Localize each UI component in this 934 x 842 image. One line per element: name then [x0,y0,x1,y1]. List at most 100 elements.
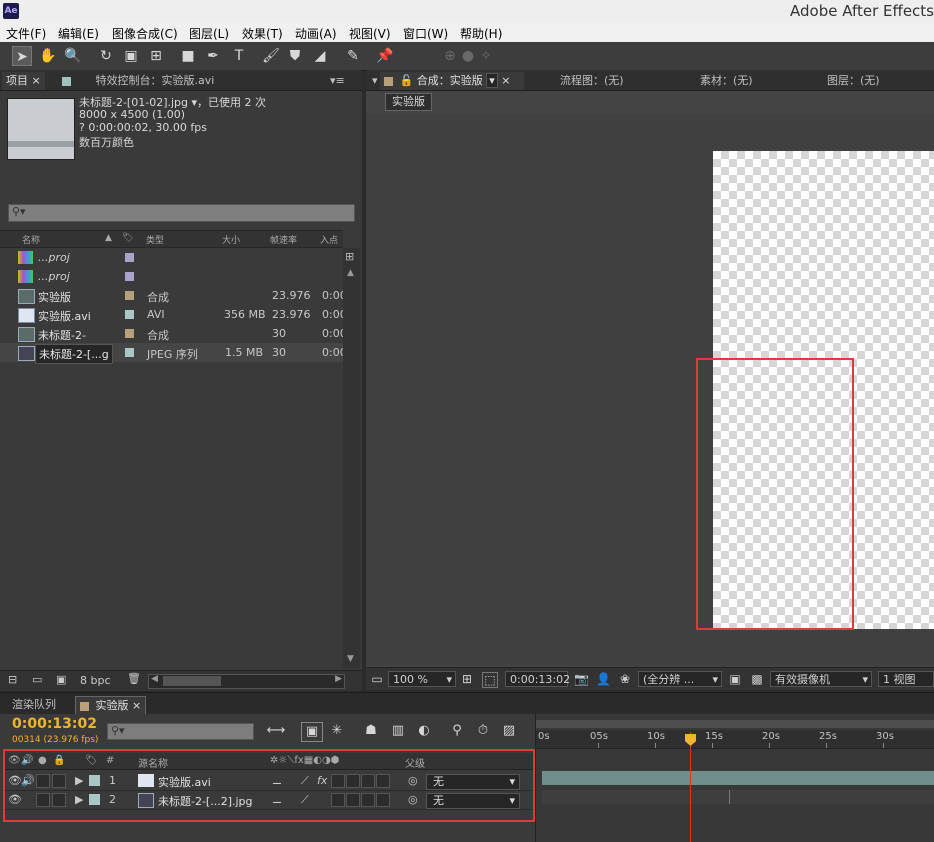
layer-duration-bar[interactable] [542,771,934,785]
brush-tool-icon[interactable]: 🖌 [261,46,281,66]
item-name[interactable]: 未标题-2-[...g [35,344,113,364]
views-dropdown[interactable]: 1 视图 [878,671,934,687]
hand-tool-icon[interactable]: ✋ [38,46,58,66]
time-ruler[interactable]: 0s 05s 10s 15s 20s 25s 30s [536,730,934,749]
flowchart-icon[interactable]: ⊞ [345,250,354,263]
text-tool-icon[interactable]: T [229,46,249,66]
close-icon[interactable]: × [32,74,41,87]
close-icon[interactable]: × [132,699,141,712]
region-of-interest-icon[interactable]: ▣ [728,672,742,686]
lock-icon[interactable]: 🔓 [400,74,414,87]
motion-blur-icon[interactable]: ◐ [414,722,434,740]
menu-animation[interactable]: 动画(A) [295,25,337,42]
footage-thumbnail [7,98,75,160]
show-snapshot-icon[interactable]: 👤 [596,672,611,686]
pan-behind-tool-icon[interactable]: ⊞ [146,46,166,66]
scroll-down-icon[interactable]: ▼ [347,654,354,664]
roto-brush-tool-icon[interactable]: ✎ [343,46,363,66]
live-update-icon[interactable]: ▣ [301,722,323,742]
channels-icon[interactable]: ❀ [618,672,632,686]
sort-ascending-icon[interactable]: ▲ [105,233,112,243]
tab-project[interactable]: 项目 × [2,72,45,90]
clone-stamp-tool-icon[interactable]: ⛊ [285,46,305,66]
selection-tool-icon[interactable]: ➤ [12,46,32,66]
menu-effect[interactable]: 效果(T) [242,25,283,42]
used-dropdown[interactable]: ▾，已使用 2 次 [192,96,267,109]
brainstorm-icon[interactable]: ⚲ [447,722,467,740]
scroll-right-icon[interactable]: ▶ [335,674,342,684]
shy-layers-icon[interactable]: ☗ [361,722,381,740]
menu-view[interactable]: 视图(V) [349,25,391,42]
close-icon[interactable]: × [501,74,510,87]
tab-timeline-comp[interactable]: 实验版 × [75,696,147,716]
timeline-current-time[interactable]: 0:00:13:02 [12,716,97,732]
draft-3d-icon[interactable]: ✳ [327,722,347,740]
trash-icon[interactable]: 🗑 [127,672,141,685]
zoom-dropdown[interactable]: 100 % ▾ [388,671,456,687]
horizontal-scrollbar[interactable]: ◀ ▶ [148,674,345,689]
composition-navigator-button[interactable]: 实验版 [385,93,432,111]
new-folder-icon[interactable]: ▭ [32,673,42,686]
new-composition-icon[interactable]: ▣ [56,673,66,686]
project-item[interactable]: ...proj [0,267,343,286]
project-item[interactable]: 未标题-2- 合成 30 0:00 [0,324,347,343]
work-area-bar[interactable] [536,720,934,728]
item-name: 实验版 [38,291,71,304]
project-item[interactable]: ...proj [0,248,343,267]
menu-composition[interactable]: 图像合成(C) [112,25,178,42]
column-name[interactable]: 名称 [22,233,40,246]
layer-duration-bar[interactable] [542,790,934,804]
menu-window[interactable]: 窗口(W) [403,25,448,42]
tab-footage[interactable]: 素材：(无) [696,72,757,90]
tab-render-queue[interactable]: 渲染队列 [8,696,60,714]
frame-blending-icon[interactable]: ▥ [388,722,408,740]
column-size[interactable]: 大小 [222,233,240,246]
zoom-tool-icon[interactable]: 🔍 [63,46,83,66]
panel-menu-icon[interactable]: ▾≡ [326,72,349,90]
transparency-grid-icon[interactable]: ▩ [750,672,764,686]
menu-help[interactable]: 帮助(H) [460,25,502,42]
scroll-left-icon[interactable]: ◀ [151,674,158,684]
graph-editor-icon[interactable]: ▨ [499,722,519,740]
rotate-tool-icon[interactable]: ↻ [96,46,116,66]
snapshot-icon[interactable]: 📷 [574,672,589,686]
project-item[interactable]: 实验版 合成 23.976 0:00 [0,286,347,305]
mask-visibility-icon[interactable]: ⬚ [482,672,498,688]
rectangle-tool-icon[interactable]: ■ [178,46,198,66]
puppet-pin-tool-icon[interactable]: 📌 [375,46,395,66]
camera-tool-icon[interactable]: ▣ [121,46,141,66]
tab-layer[interactable]: 图层：(无) [823,72,884,90]
project-item[interactable]: 实验版.avi AVI 356 MB 23.976 0:00 [0,305,347,324]
eraser-tool-icon[interactable]: ◢ [310,46,330,66]
chevron-down-icon[interactable]: ▾ [486,73,498,88]
label-tag-icon[interactable]: 🏷 [122,233,133,243]
project-scrollbar[interactable]: ⊞ ▲ ▼ [343,248,360,668]
auto-keyframe-icon[interactable]: ⏱ [473,722,493,740]
column-type[interactable]: 类型 [146,233,164,246]
scroll-thumb[interactable] [163,676,221,686]
project-tab-bar: 项目 × 特效控制台：实验版.avi ▾≡ [0,70,362,91]
resolution-dropdown[interactable]: (全分辨 ... ▾ [638,671,722,687]
comp-mini-flowchart-icon[interactable]: ⟷ [266,722,286,740]
tab-flowchart[interactable]: 流程图：(无) [556,72,628,90]
always-preview-icon[interactable]: ▭ [370,672,384,686]
column-fps[interactable]: 帧速率 [270,233,297,246]
project-search-input[interactable]: ⚲▾ [8,204,355,222]
camera-dropdown[interactable]: 有效摄像机 ▾ [770,671,872,687]
scroll-up-icon[interactable]: ▲ [347,268,354,278]
playhead-line[interactable] [690,732,691,842]
menu-file[interactable]: 文件(F) [6,25,46,42]
menu-edit[interactable]: 编辑(E) [58,25,99,42]
interpret-footage-icon[interactable]: ⊟ [8,673,17,686]
pen-tool-icon[interactable]: ✒ [203,46,223,66]
bit-depth-button[interactable]: 8 bpc [80,674,111,687]
grid-guides-icon[interactable]: ⊞ [460,672,474,686]
project-item-selected[interactable]: 未标题-2-[...g JPEG 序列 1.5 MB 30 0:00 [0,343,347,364]
composition-viewer[interactable] [366,114,934,665]
timeline-search-input[interactable]: ⚲▾ [107,723,254,740]
tab-composition[interactable]: 🔓 合成：实验版 ▾ × [380,72,524,90]
current-time-field[interactable]: 0:00:13:02 [505,671,570,687]
menu-layer[interactable]: 图层(L) [189,25,229,42]
column-in-point[interactable]: 入点 [320,233,338,246]
tab-effect-controls[interactable]: 特效控制台：实验版.avi [58,72,218,90]
